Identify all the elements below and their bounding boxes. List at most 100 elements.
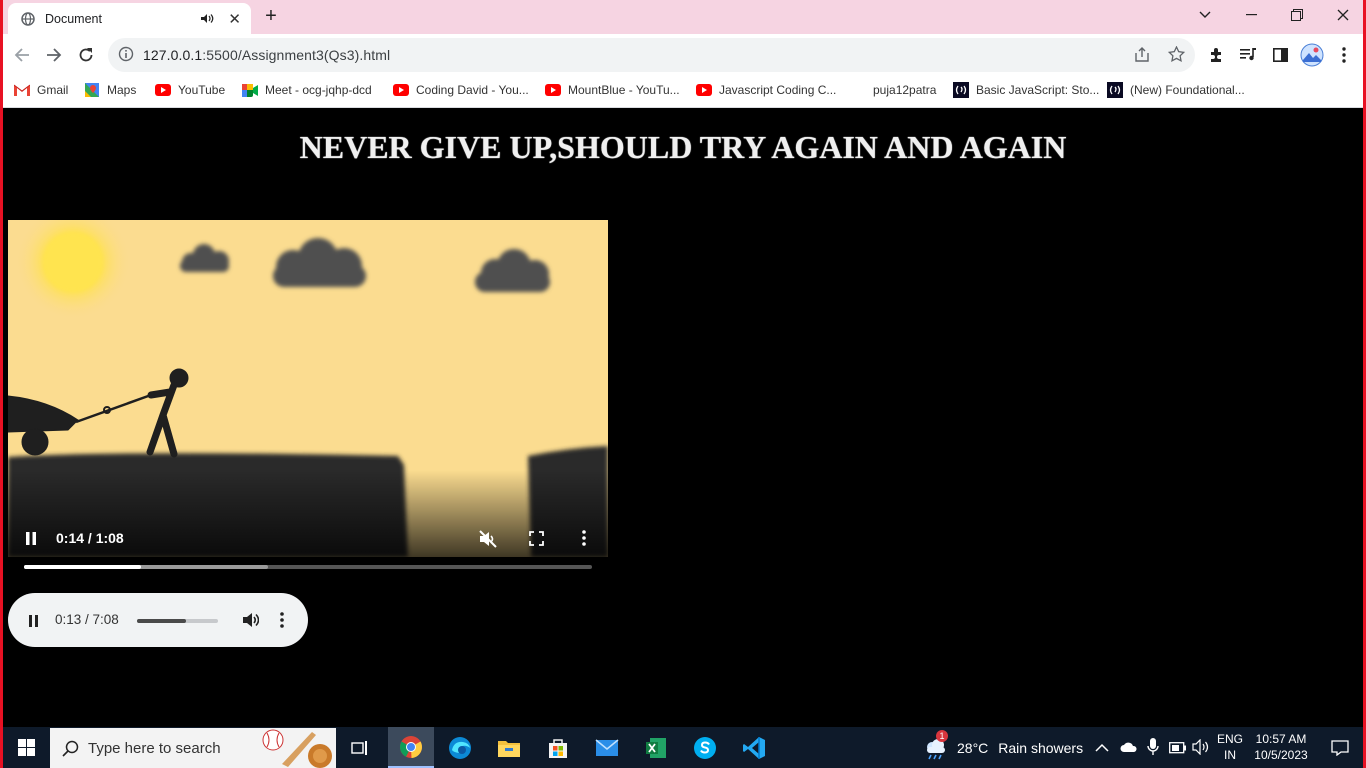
bookmarks-bar: Gmail Maps YouTube Meet - ocg-jqhp-dcd C… (3, 76, 1363, 108)
audio-player: 0:13 / 7:08 (8, 593, 308, 647)
taskbar-search-box[interactable]: Type here to search (50, 728, 336, 768)
browser-window: Document ✕ + 127.0.0.1:5500/Assignment3(… (3, 0, 1363, 768)
excel-icon (646, 737, 666, 758)
folder-icon (498, 740, 520, 757)
new-tab-button[interactable]: + (260, 5, 282, 28)
video-frame (8, 220, 608, 557)
vscode-icon (743, 736, 765, 759)
video-pause-button[interactable] (25, 532, 37, 550)
bookmark-star-icon[interactable] (1167, 45, 1186, 68)
browser-toolbar: 127.0.0.1:5500/Assignment3(Qs3).html (3, 34, 1363, 76)
chrome-menu-icon[interactable] (1329, 40, 1359, 70)
taskbar-chrome[interactable] (388, 727, 434, 768)
mail-icon (595, 738, 619, 756)
video-player[interactable]: 0:14 / 1:08 (8, 220, 608, 557)
share-icon[interactable] (1134, 47, 1150, 68)
bookmark-new-foundational[interactable]: (New) Foundational... (1107, 82, 1245, 98)
skype-icon (694, 736, 716, 759)
bookmark-basic-javascript[interactable]: Basic JavaScript: Sto... (953, 82, 1099, 98)
notification-icon[interactable] (1317, 727, 1363, 768)
chrome-icon (400, 735, 422, 758)
audio-progress-bar[interactable] (137, 619, 218, 623)
volume-tray-icon[interactable] (1192, 738, 1210, 760)
close-window-button[interactable] (1320, 3, 1363, 27)
minimize-button[interactable] (1228, 3, 1274, 27)
taskbar: Type here to search 1 28°C Rain showers … (3, 727, 1363, 768)
onedrive-icon[interactable] (1120, 740, 1138, 758)
video-time: 0:14 / 1:08 (56, 530, 124, 546)
weather-widget[interactable]: 1 28°C Rain showers (923, 727, 1083, 768)
youtube-icon (155, 82, 171, 98)
search-icon (62, 740, 79, 762)
bookmark-maps[interactable]: Maps (84, 82, 136, 98)
battery-icon[interactable] (1169, 741, 1187, 759)
bookmark-puja12patra[interactable]: puja12patra (850, 82, 936, 98)
back-button[interactable] (7, 40, 37, 70)
video-controls: 0:14 / 1:08 (8, 518, 608, 557)
bookmark-mountblue[interactable]: MountBlue - YouTu... (545, 82, 680, 98)
audio-played (137, 619, 186, 623)
page-heading: NEVER GIVE UP,SHOULD TRY AGAIN AND AGAIN (299, 129, 1067, 165)
browser-tab[interactable]: Document ✕ (8, 3, 251, 34)
weather-temp: 28°C (957, 739, 989, 756)
taskbar-vscode[interactable] (731, 727, 777, 768)
url-text[interactable]: 127.0.0.1:5500/Assignment3(Qs3).html (143, 47, 390, 63)
extensions-icon[interactable] (1201, 40, 1231, 70)
bookmark-meet[interactable]: Meet - ocg-jqhp-dcd (242, 82, 372, 98)
weather-text: Rain showers (998, 739, 1084, 756)
bookmark-javascript-coding[interactable]: Javascript Coding C... (696, 82, 836, 98)
bookmark-coding-david[interactable]: Coding David - You... (393, 82, 529, 98)
start-button[interactable] (3, 727, 49, 768)
reload-button[interactable] (71, 40, 101, 70)
chevron-up-icon[interactable] (1095, 740, 1109, 758)
meet-icon (242, 82, 258, 98)
gmail-icon (14, 82, 30, 98)
weather-badge: 1 (936, 729, 948, 742)
side-panel-icon[interactable] (1265, 40, 1295, 70)
address-bar[interactable]: 127.0.0.1:5500/Assignment3(Qs3).html (108, 38, 1195, 72)
youtube-icon (393, 82, 409, 98)
edge-icon (449, 736, 471, 759)
video-played (24, 565, 141, 569)
volume-icon[interactable] (242, 612, 260, 633)
rain-cloud-icon: 1 (923, 729, 949, 761)
video-progress-bar[interactable] (24, 565, 592, 569)
tab-close-icon[interactable]: ✕ (228, 10, 241, 28)
youtube-icon (696, 82, 712, 98)
task-view-icon[interactable] (337, 727, 383, 768)
bookmark-gmail[interactable]: Gmail (14, 82, 68, 98)
media-control-icon[interactable] (1233, 40, 1263, 70)
taskbar-skype[interactable] (682, 727, 728, 768)
info-icon[interactable] (118, 46, 134, 67)
taskbar-excel[interactable] (633, 727, 679, 768)
youtube-icon (545, 82, 561, 98)
video-muted-icon[interactable] (479, 530, 497, 553)
taskbar-file-explorer[interactable] (486, 727, 532, 768)
clock[interactable]: 10:57 AM 10/5/2023 (1251, 731, 1311, 763)
audio-menu-icon[interactable] (280, 612, 284, 633)
freecodecamp-icon (1107, 82, 1123, 98)
tab-search-icon[interactable] (1182, 3, 1228, 27)
maps-icon (84, 82, 100, 98)
store-icon (549, 738, 567, 758)
taskbar-mail[interactable] (584, 727, 630, 768)
page-content: NEVER GIVE UP,SHOULD TRY AGAIN AND AGAIN (3, 109, 1363, 727)
profile-avatar[interactable] (1297, 40, 1327, 70)
bookmark-youtube[interactable]: YouTube (155, 82, 225, 98)
folder-icon (850, 82, 866, 98)
taskbar-edge[interactable] (437, 727, 483, 768)
tab-title: Document (45, 11, 102, 26)
fullscreen-icon[interactable] (529, 531, 544, 551)
language-indicator[interactable]: ENG IN (1215, 731, 1245, 763)
audio-pause-button[interactable] (28, 614, 39, 632)
globe-icon (21, 11, 35, 26)
search-placeholder: Type here to search (88, 740, 221, 757)
forward-button[interactable] (39, 40, 69, 70)
taskbar-store[interactable] (535, 727, 581, 768)
tab-strip: Document ✕ + (3, 0, 1363, 34)
video-menu-icon[interactable] (582, 530, 586, 551)
speaker-icon[interactable] (201, 13, 214, 24)
freecodecamp-icon (953, 82, 969, 98)
restore-button[interactable] (1274, 3, 1320, 27)
microphone-icon[interactable] (1147, 738, 1159, 761)
